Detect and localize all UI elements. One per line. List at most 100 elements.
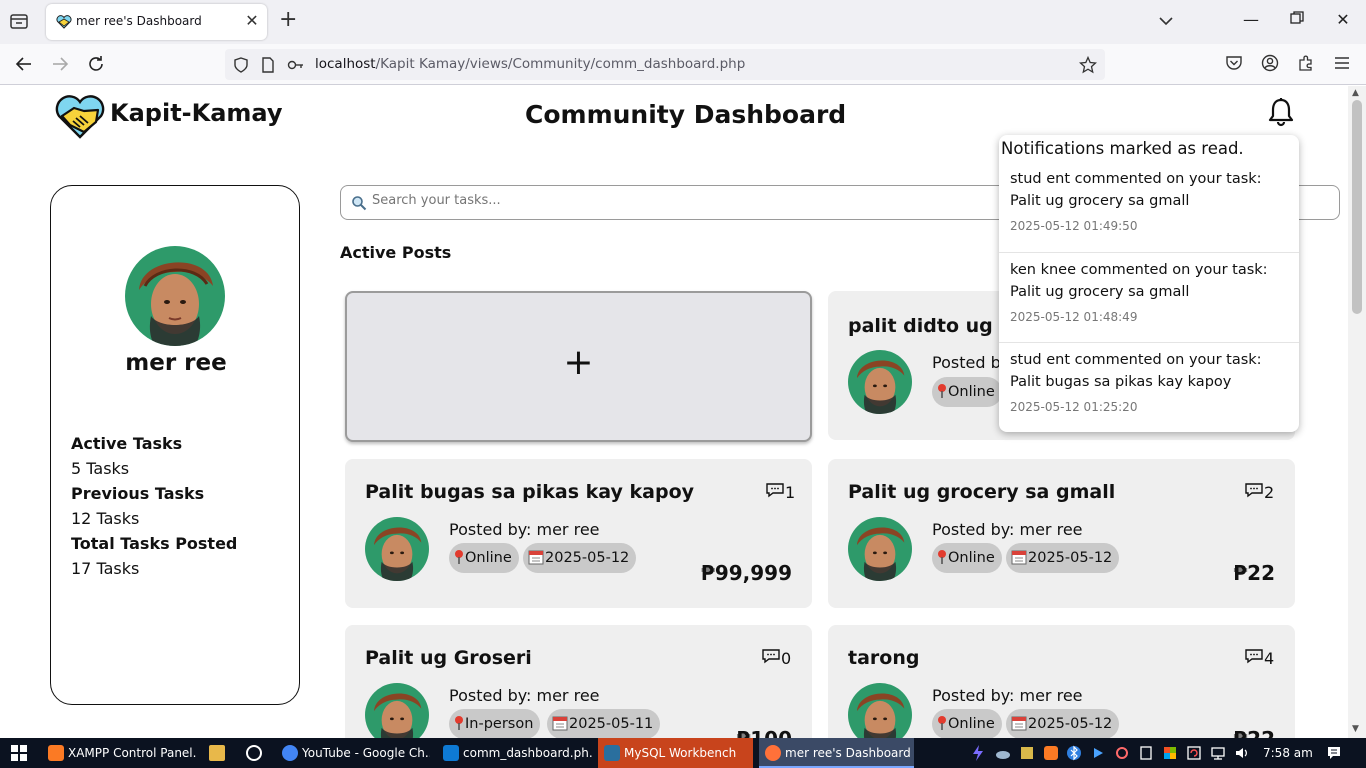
post-price: ₱100 bbox=[736, 727, 792, 738]
previous-tasks-value: 12 Tasks bbox=[71, 509, 140, 528]
url-host: localhost bbox=[315, 56, 376, 72]
tray-cloud-icon[interactable] bbox=[995, 745, 1011, 761]
comment-count[interactable]: 4 bbox=[1244, 648, 1274, 668]
network-icon[interactable] bbox=[1210, 745, 1226, 761]
action-center-icon[interactable] bbox=[1326, 745, 1342, 761]
back-arrow-icon[interactable] bbox=[14, 54, 34, 74]
comment-count-value: 0 bbox=[781, 649, 792, 668]
taskbar-item-firefox[interactable]: mer ree's Dashboard ... bbox=[759, 738, 914, 768]
site-favicon-icon bbox=[56, 14, 72, 33]
notification-time: 2025-05-12 01:25:20 bbox=[1010, 400, 1138, 414]
firefox-icon bbox=[765, 745, 781, 761]
taskbar-item-xampp[interactable]: XAMPP Control Panel... bbox=[42, 738, 197, 768]
logo-text[interactable]: Kapit-Kamay bbox=[110, 99, 283, 127]
account-icon[interactable] bbox=[1261, 54, 1279, 76]
new-tab-icon[interactable]: + bbox=[279, 9, 297, 31]
volume-icon[interactable] bbox=[1234, 745, 1250, 761]
post-card[interactable]: Palit bugas sa pikas kay kapoy 1 Posted … bbox=[345, 459, 812, 608]
date-text: 2025-05-12 bbox=[545, 550, 630, 566]
page-viewport: Kapit-Kamay Community Dashboard mer ree … bbox=[0, 86, 1348, 738]
comment-count[interactable]: 2 bbox=[1244, 482, 1274, 502]
profile-avatar[interactable] bbox=[125, 246, 225, 346]
post-card[interactable]: tarong 4 Posted by: mer ree Online 2025-… bbox=[828, 625, 1295, 738]
os-taskbar: XAMPP Control Panel... YouTube - Google … bbox=[0, 738, 1366, 768]
location-chip: Online bbox=[932, 709, 1002, 738]
comment-icon bbox=[765, 483, 785, 502]
address-bar[interactable]: localhost/Kapit Kamay/views/Community/co… bbox=[225, 49, 1105, 80]
post-card[interactable]: Palit ug grocery sa gmall 2 Posted by: m… bbox=[828, 459, 1295, 608]
record-app-icon[interactable] bbox=[246, 745, 262, 761]
page-icon[interactable] bbox=[261, 57, 275, 77]
taskbar-item-label: MySQL Workbench bbox=[624, 746, 737, 760]
pin-icon bbox=[454, 712, 464, 738]
tray-tools-icon[interactable] bbox=[1114, 745, 1130, 761]
active-posts-heading: Active Posts bbox=[340, 243, 452, 262]
close-window-icon[interactable]: ✕ bbox=[1333, 10, 1353, 29]
scroll-up-arrow-icon[interactable]: ▲ bbox=[1352, 88, 1359, 98]
add-post-plus-icon: + bbox=[563, 342, 594, 383]
total-tasks-label: Total Tasks Posted bbox=[71, 534, 238, 553]
comment-count[interactable]: 1 bbox=[765, 482, 795, 502]
active-tasks-value: 5 Tasks bbox=[71, 459, 130, 478]
post-title: Palit ug grocery sa gmall bbox=[848, 481, 1116, 503]
file-explorer-icon[interactable] bbox=[209, 745, 225, 761]
comment-count[interactable]: 0 bbox=[761, 648, 791, 668]
reload-icon[interactable] bbox=[86, 54, 106, 74]
post-card[interactable]: Palit ug Groseri 0 Posted by: mer ree In… bbox=[345, 625, 812, 738]
windows-start-icon[interactable] bbox=[11, 745, 27, 765]
taskbar-item-label: YouTube - Google Ch... bbox=[302, 746, 430, 760]
tray-update-icon[interactable] bbox=[1186, 745, 1202, 761]
browser-tab-active[interactable]: mer ree's Dashboard ✕ bbox=[46, 4, 267, 40]
bookmark-star-icon[interactable] bbox=[1078, 55, 1098, 78]
system-clock[interactable]: 7:58 am bbox=[1263, 738, 1313, 768]
media-play-icon[interactable] bbox=[1090, 745, 1106, 761]
taskbar-item-label: mer ree's Dashboard ... bbox=[785, 746, 914, 760]
tray-grid-icon[interactable] bbox=[1019, 745, 1035, 761]
tray-xampp-icon[interactable] bbox=[1043, 745, 1059, 761]
tab-overflow-chevron-icon[interactable] bbox=[1158, 13, 1174, 33]
pocket-icon[interactable] bbox=[1225, 54, 1243, 76]
notification-bell-icon[interactable] bbox=[1267, 97, 1295, 131]
page-scrollbar[interactable]: ▲ ▼ bbox=[1348, 86, 1366, 738]
calendar-icon bbox=[1011, 712, 1027, 738]
notification-item[interactable]: stud ent commented on your task: Palit u… bbox=[999, 162, 1299, 252]
bluetooth-icon[interactable] bbox=[1066, 745, 1082, 761]
taskbar-item-mysql[interactable]: MySQL Workbench bbox=[598, 738, 753, 768]
add-post-card[interactable]: + bbox=[345, 291, 812, 442]
extensions-icon[interactable] bbox=[1297, 54, 1315, 76]
taskbar-item-vscode[interactable]: comm_dashboard.ph... bbox=[437, 738, 592, 768]
taskbar-item-chrome[interactable]: YouTube - Google Ch... bbox=[276, 738, 430, 768]
tray-device-icon[interactable] bbox=[1138, 745, 1154, 761]
notification-message: stud ent commented on your task: Palit b… bbox=[1010, 352, 1262, 390]
post-author: Posted by: mer ree bbox=[932, 520, 1083, 539]
post-avatar bbox=[848, 350, 912, 414]
post-title: Palit ug Groseri bbox=[365, 647, 532, 669]
profile-card: mer ree Active Tasks 5 Tasks Previous Ta… bbox=[50, 185, 300, 705]
mysql-workbench-icon bbox=[604, 745, 620, 761]
url-text: localhost/Kapit Kamay/views/Community/co… bbox=[315, 56, 745, 72]
tray-app-icon[interactable] bbox=[970, 745, 986, 761]
tab-close-icon[interactable]: ✕ bbox=[243, 11, 261, 30]
location-text: Online bbox=[948, 550, 995, 566]
forward-arrow-icon[interactable] bbox=[50, 54, 70, 74]
post-title: palit didto ug ar bbox=[848, 315, 1022, 337]
tab-list-icon[interactable] bbox=[8, 11, 32, 33]
tray-security-icon[interactable] bbox=[1162, 745, 1178, 761]
location-chip: In-person bbox=[449, 709, 541, 738]
restore-window-icon[interactable] bbox=[1287, 10, 1307, 29]
scroll-thumb[interactable] bbox=[1352, 100, 1362, 314]
menu-hamburger-icon[interactable] bbox=[1333, 54, 1351, 76]
total-tasks-value: 17 Tasks bbox=[71, 559, 140, 578]
notification-item[interactable]: stud ent commented on your task: Palit b… bbox=[999, 342, 1299, 432]
scroll-down-arrow-icon[interactable]: ▼ bbox=[1352, 724, 1359, 734]
key-icon[interactable] bbox=[287, 57, 305, 77]
post-price: ₱22 bbox=[1233, 727, 1275, 738]
location-text: Online bbox=[465, 550, 512, 566]
shield-icon[interactable] bbox=[233, 57, 249, 77]
location-text: In-person bbox=[465, 716, 534, 732]
comment-count-value: 1 bbox=[785, 483, 796, 502]
pin-icon bbox=[454, 546, 464, 576]
minimize-window-icon[interactable]: — bbox=[1241, 10, 1261, 29]
notification-item[interactable]: ken knee commented on your task: Palit u… bbox=[999, 252, 1299, 342]
search-icon bbox=[351, 195, 367, 215]
